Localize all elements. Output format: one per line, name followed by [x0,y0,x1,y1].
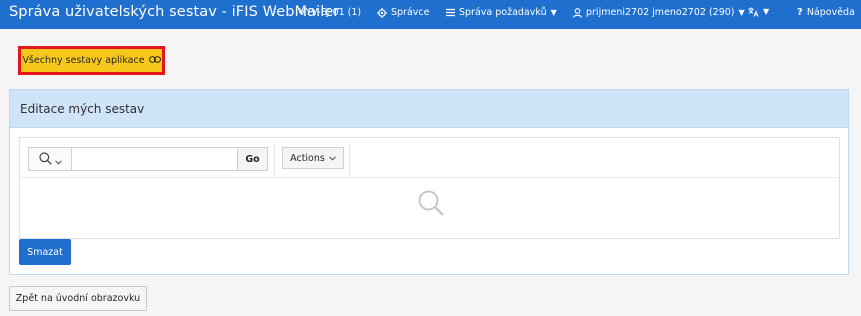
interactive-report: Go Actions [19,137,840,239]
actions-button[interactable]: Actions [282,147,344,169]
menu-lines-icon [446,8,455,17]
link-icon [148,55,161,66]
environment-text: VYV-EJ-01 (1) [299,7,362,18]
go-button[interactable]: Go [237,147,268,171]
nav-help-label: Nápověda [806,7,855,18]
nav-help[interactable]: ? Nápověda [797,7,855,18]
back-to-home-button[interactable]: Zpět na úvodní obrazovku [9,286,147,311]
gear-icon [377,7,387,18]
search-column-button[interactable] [28,147,71,171]
search-input[interactable] [71,147,238,171]
top-navbar: Správa uživatelských sestav - iFIS WebMa… [0,0,861,29]
search-icon [38,150,52,169]
all-reports-button[interactable]: Všechny sestavy aplikace [18,46,165,75]
empty-state-search-icon [417,189,445,221]
chevron-down-icon [328,153,336,164]
translate-icon [748,7,759,17]
caret-down-icon: ▼ [738,7,745,17]
nav-admin-label: Správce [391,7,430,18]
my-reports-region: Editace mých sestav Go Actions Smazat [9,89,849,275]
environment-label: VYV-EJ-01 (1) [299,7,361,18]
chevron-down-icon [54,150,62,169]
report-toolbar: Go Actions [20,138,839,178]
caret-down-icon: ▼ [550,7,557,17]
nav-user-label: prijmeni2702 jmeno2702 (290) [586,7,735,18]
toolbar-divider [349,142,350,176]
nav-user[interactable]: prijmeni2702 jmeno2702 (290) ▼ [573,7,745,18]
nav-requests[interactable]: Správa požadavků ▼ [446,7,557,18]
app-title: Správa uživatelských sestav - iFIS WebMa… [9,4,340,20]
region-title: Editace mých sestav [20,101,145,116]
all-reports-label: Všechny sestavy aplikace [22,55,145,66]
nav-requests-label: Správa požadavků [459,7,547,18]
toolbar-divider [274,142,275,176]
user-icon [573,7,582,18]
delete-button[interactable]: Smazat [19,239,71,265]
nav-language[interactable]: ▼ [748,7,769,17]
caret-down-icon: ▼ [763,7,770,16]
region-header: Editace mých sestav [10,90,848,128]
question-icon: ? [797,7,803,18]
nav-admin[interactable]: Správce [377,7,429,18]
actions-label: Actions [290,152,325,164]
